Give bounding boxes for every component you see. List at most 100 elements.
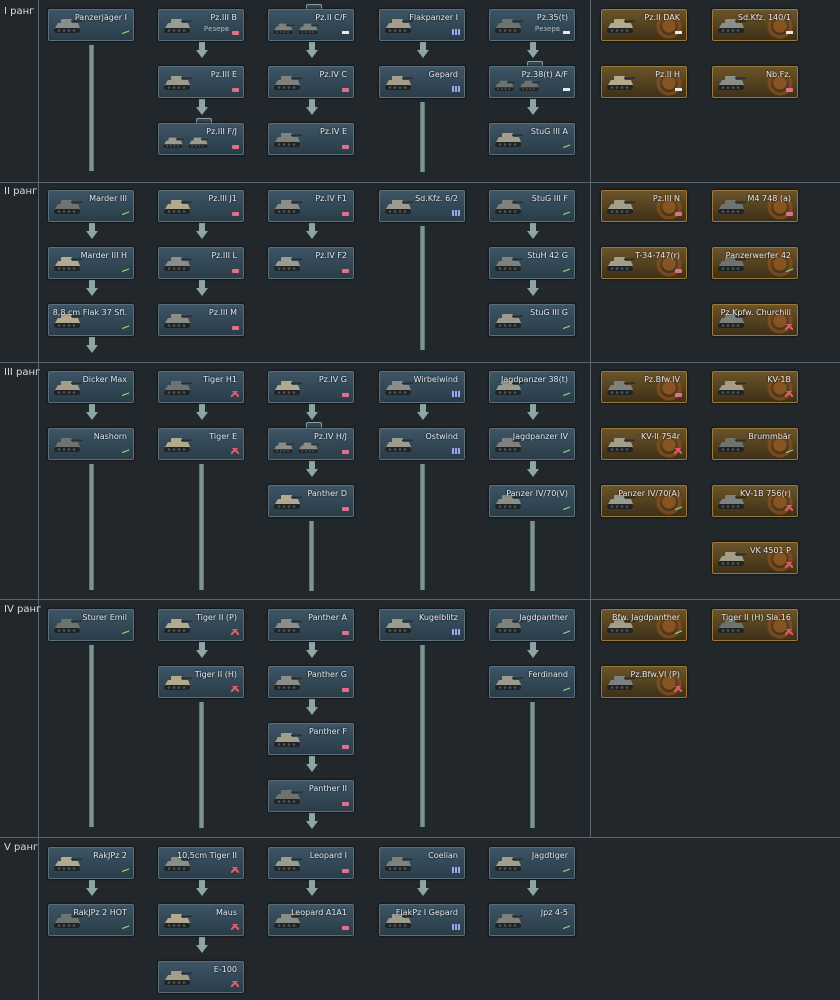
vehicle-card[interactable]: Pz.II C/F bbox=[268, 9, 354, 41]
premium-vehicle-card[interactable]: Pz.Bfw.VI (P) bbox=[601, 666, 687, 698]
premium-vehicle-card[interactable]: M4 748 (a) bbox=[712, 190, 798, 222]
vehicle-card[interactable]: Panther G bbox=[268, 666, 354, 698]
premium-vehicle-card[interactable]: Pz.II DAK bbox=[601, 9, 687, 41]
premium-vehicle-card[interactable]: Sd.Kfz. 140/1 bbox=[712, 9, 798, 41]
vehicle-card[interactable]: Panther A bbox=[268, 609, 354, 641]
vehicle-card[interactable]: Pz.IV F2 bbox=[268, 247, 354, 279]
vehicle-card[interactable]: Jagdpanther bbox=[489, 609, 575, 641]
vehicle-card[interactable]: Coelian bbox=[379, 847, 465, 879]
vehicle-card[interactable]: Marder III bbox=[48, 190, 134, 222]
vehicle-card[interactable]: Panther II bbox=[268, 780, 354, 812]
vehicle-name: Pz.Bfw.IV bbox=[644, 375, 680, 384]
rank-divider bbox=[0, 837, 840, 838]
vehicle-card[interactable]: Ostwind bbox=[379, 428, 465, 460]
tank-silhouette-icon bbox=[493, 252, 523, 274]
vehicle-card[interactable]: Leopard I bbox=[268, 847, 354, 879]
vehicle-card[interactable]: Jagdpanzer 38(t) bbox=[489, 371, 575, 403]
vehicle-card[interactable]: Ferdinand bbox=[489, 666, 575, 698]
vehicle-card[interactable]: Sturer Emil bbox=[48, 609, 134, 641]
vehicle-card[interactable]: Tiger H1 bbox=[158, 371, 244, 403]
vehicle-card[interactable]: Pz.IV F1 bbox=[268, 190, 354, 222]
vehicle-card[interactable]: StuG III A bbox=[489, 123, 575, 155]
vehicle-card[interactable]: Gepard bbox=[379, 66, 465, 98]
vehicle-card[interactable]: StuG III G bbox=[489, 304, 575, 336]
premium-vehicle-card[interactable]: Pz.III N bbox=[601, 190, 687, 222]
tank-silhouette-icon bbox=[52, 252, 82, 274]
vehicle-card[interactable]: 10,5cm Tiger II bbox=[158, 847, 244, 879]
premium-vehicle-card[interactable]: Bfw. Jagdpanther bbox=[601, 609, 687, 641]
vehicle-card[interactable]: StuG III F bbox=[489, 190, 575, 222]
vehicle-card[interactable]: RakJPz 2 bbox=[48, 847, 134, 879]
vehicle-card[interactable]: Pz.III B Резерв bbox=[158, 9, 244, 41]
vehicle-card[interactable]: Kugelblitz bbox=[379, 609, 465, 641]
tank-silhouette-icon bbox=[162, 966, 192, 988]
vehicle-card[interactable]: RakJPz 2 HOT bbox=[48, 904, 134, 936]
vehicle-card[interactable]: StuH 42 G bbox=[489, 247, 575, 279]
vehicle-name: Panther A bbox=[308, 613, 347, 622]
vehicle-card[interactable]: Pz.III J1 bbox=[158, 190, 244, 222]
vehicle-card[interactable]: Tiger II (P) bbox=[158, 609, 244, 641]
vehicle-card[interactable]: Leopard A1A1 bbox=[268, 904, 354, 936]
vehicle-card[interactable]: Marder III H bbox=[48, 247, 134, 279]
vehicle-card[interactable]: Pz.38(t) A/F bbox=[489, 66, 575, 98]
vehicle-card[interactable]: Sd.Kfz. 6/2 bbox=[379, 190, 465, 222]
vehicle-card[interactable]: Pz.35(t) Резерв bbox=[489, 9, 575, 41]
vehicle-card[interactable]: Wirbelwind bbox=[379, 371, 465, 403]
vehicle-card[interactable]: Panzer IV/70(V) bbox=[489, 485, 575, 517]
vehicle-card[interactable]: Pz.III F/J bbox=[158, 123, 244, 155]
light-tank-icon bbox=[563, 88, 570, 91]
spaa-icon bbox=[452, 29, 460, 35]
td-icon bbox=[122, 448, 129, 454]
tank-silhouette-icon bbox=[52, 614, 82, 636]
vehicle-card[interactable]: Jagdpanzer IV bbox=[489, 428, 575, 460]
premium-vehicle-card[interactable]: Pz.Bfw.IV bbox=[601, 371, 687, 403]
vehicle-card[interactable]: Pz.IV E bbox=[268, 123, 354, 155]
vehicle-card[interactable]: Panther F bbox=[268, 723, 354, 755]
premium-vehicle-card[interactable]: Panzer IV/70(A) bbox=[601, 485, 687, 517]
tank-silhouette-icon bbox=[493, 309, 523, 331]
vehicle-card[interactable]: Pz.III E bbox=[158, 66, 244, 98]
premium-vehicle-card[interactable]: T-34-747(r) bbox=[601, 247, 687, 279]
vehicle-name: RakJPz 2 HOT bbox=[73, 908, 127, 917]
premium-vehicle-card[interactable]: Pz.Kpfw. Churchill bbox=[712, 304, 798, 336]
premium-vehicle-card[interactable]: KV-1B bbox=[712, 371, 798, 403]
vehicle-card[interactable]: 8,8 cm Flak 37 Sfl. bbox=[48, 304, 134, 336]
vehicle-card[interactable]: Jpz 4-5 bbox=[489, 904, 575, 936]
vehicle-card[interactable]: Nashorn bbox=[48, 428, 134, 460]
vehicle-card[interactable]: Panther D bbox=[268, 485, 354, 517]
premium-vehicle-card[interactable]: Brummbär bbox=[712, 428, 798, 460]
vehicle-name: Pz.II DAK bbox=[644, 13, 680, 22]
vehicle-card[interactable]: Panzerjäger I bbox=[48, 9, 134, 41]
medium-tank-icon bbox=[675, 212, 682, 216]
vehicle-card[interactable]: Dicker Max bbox=[48, 371, 134, 403]
tank-silhouette-icon bbox=[52, 433, 82, 455]
vehicle-card[interactable]: Pz.IV C bbox=[268, 66, 354, 98]
vehicle-name: Flakpanzer I bbox=[409, 13, 458, 22]
vehicle-name: Jagdtiger bbox=[531, 851, 568, 860]
vehicle-card[interactable]: Pz.IV G bbox=[268, 371, 354, 403]
spaa-icon bbox=[452, 86, 460, 92]
premium-vehicle-card[interactable]: Pz.II H bbox=[601, 66, 687, 98]
tank-silhouette-icon bbox=[272, 195, 302, 217]
premium-vehicle-card[interactable]: KV-II 754r bbox=[601, 428, 687, 460]
vehicle-card[interactable]: FlakPz I Gepard bbox=[379, 904, 465, 936]
tank-silhouette-icon bbox=[272, 852, 302, 874]
vehicle-card[interactable]: E-100 bbox=[158, 961, 244, 993]
vehicle-card[interactable]: Tiger E bbox=[158, 428, 244, 460]
vehicle-name: Marder III bbox=[89, 194, 127, 203]
premium-vehicle-card[interactable]: VK 4501 P bbox=[712, 542, 798, 574]
rank-label-3: III ранг bbox=[4, 367, 41, 378]
vehicle-card[interactable]: Tiger II (H) bbox=[158, 666, 244, 698]
vehicle-card[interactable]: Jagdtiger bbox=[489, 847, 575, 879]
vehicle-name: KV-1B 756(r) bbox=[739, 489, 791, 498]
research-arrow bbox=[417, 42, 429, 58]
premium-vehicle-card[interactable]: KV-1B 756(r) bbox=[712, 485, 798, 517]
vehicle-card[interactable]: Flakpanzer I bbox=[379, 9, 465, 41]
vehicle-card[interactable]: Pz.IV H/J bbox=[268, 428, 354, 460]
vehicle-card[interactable]: Maus bbox=[158, 904, 244, 936]
premium-vehicle-card[interactable]: Nb.Fz. bbox=[712, 66, 798, 98]
premium-vehicle-card[interactable]: Panzerwerfer 42 bbox=[712, 247, 798, 279]
vehicle-card[interactable]: Pz.III M bbox=[158, 304, 244, 336]
vehicle-card[interactable]: Pz.III L bbox=[158, 247, 244, 279]
premium-vehicle-card[interactable]: Tiger II (H) Sla.16 bbox=[712, 609, 798, 641]
